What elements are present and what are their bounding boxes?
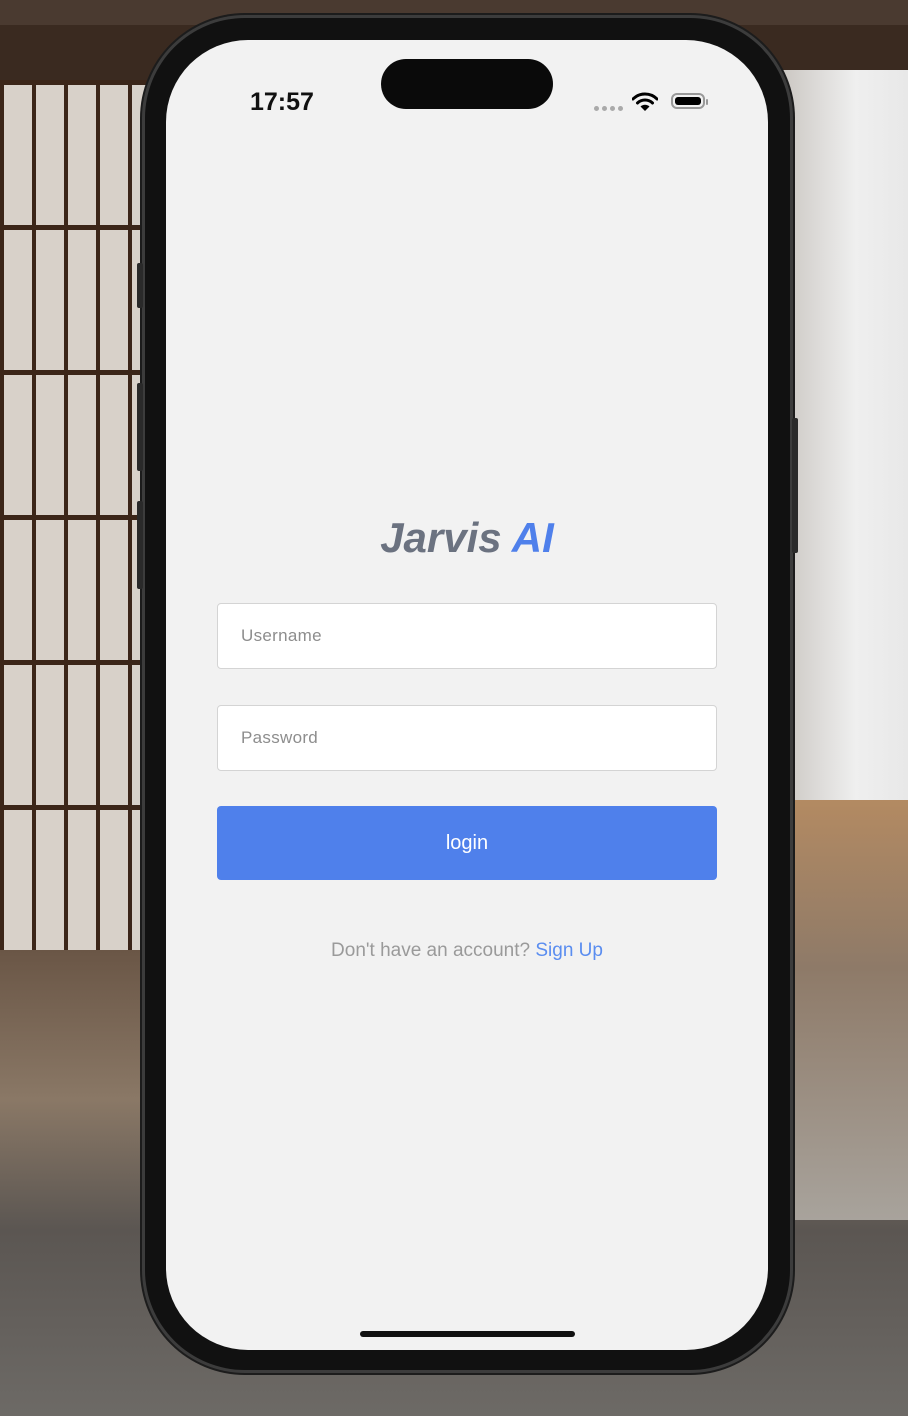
background-floor xyxy=(778,800,908,1220)
volume-up-button xyxy=(137,383,143,471)
battery-icon xyxy=(671,93,708,109)
dynamic-island xyxy=(381,59,553,109)
password-input[interactable] xyxy=(217,705,717,771)
home-indicator[interactable] xyxy=(360,1331,575,1337)
signup-link[interactable]: Sign Up xyxy=(535,940,603,961)
phone-frame: 17:57 Jarvis AI login Don't have an acco… xyxy=(137,18,798,1370)
action-button xyxy=(137,263,143,308)
signal-dots-icon xyxy=(594,106,623,111)
wifi-icon xyxy=(632,92,658,111)
volume-down-button xyxy=(137,501,143,589)
power-button xyxy=(792,418,798,553)
app-title-ai: AI xyxy=(511,514,554,561)
username-input[interactable] xyxy=(217,603,717,669)
app-screen: 17:57 Jarvis AI login Don't have an acco… xyxy=(166,40,768,1350)
status-time: 17:57 xyxy=(250,88,314,116)
signup-prompt: Don't have an account? Sign Up xyxy=(166,940,768,962)
signup-prompt-text: Don't have an account? xyxy=(331,940,531,961)
login-button[interactable]: login xyxy=(217,806,717,880)
app-title-name: Jarvis xyxy=(380,514,502,561)
background-shoji xyxy=(0,80,150,950)
app-title: Jarvis AI xyxy=(166,514,768,562)
